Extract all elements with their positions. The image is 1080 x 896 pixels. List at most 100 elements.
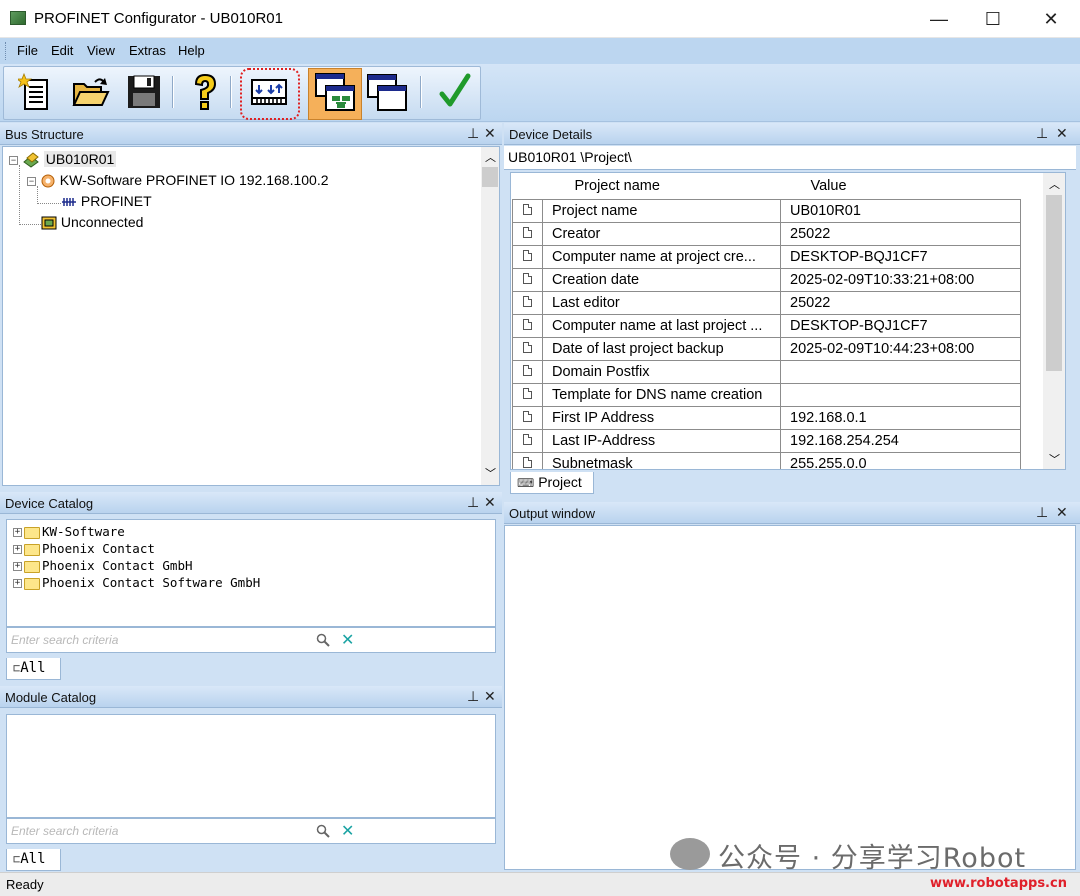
- tree-node-network[interactable]: PROFINET: [61, 191, 152, 212]
- tree-node-unconnected[interactable]: Unconnected: [41, 212, 143, 233]
- property-name-cell[interactable]: Project name: [542, 198, 781, 223]
- module-search-input[interactable]: Enter search criteria: [11, 824, 118, 838]
- catalog-item[interactable]: + Phoenix Contact GmbH: [13, 558, 193, 573]
- catalog-item[interactable]: + KW-Software: [13, 524, 125, 539]
- save-project-button[interactable]: [123, 70, 165, 114]
- expand-icon[interactable]: +: [13, 528, 22, 537]
- menu-extras[interactable]: Extras: [129, 43, 166, 58]
- table-row[interactable]: First IP Address 192.168.0.1: [512, 405, 1021, 430]
- scroll-up-icon[interactable]: ︿: [1049, 176, 1060, 192]
- property-value-cell[interactable]: DESKTOP-BQJ1CF7: [780, 313, 1021, 338]
- scroll-thumb[interactable]: [482, 167, 498, 187]
- module-catalog-tab-all[interactable]: ⊏All: [6, 849, 61, 871]
- property-value-cell[interactable]: 192.168.254.254: [780, 428, 1021, 453]
- open-project-button[interactable]: [70, 70, 112, 114]
- property-value-cell[interactable]: 2025-02-09T10:44:23+08:00: [780, 336, 1021, 361]
- search-icon[interactable]: [316, 824, 330, 838]
- network-view-button[interactable]: [314, 70, 356, 114]
- pin-icon[interactable]: ⊥: [1036, 125, 1048, 142]
- row-icon-cell: [512, 428, 543, 453]
- property-value-cell[interactable]: UB010R01: [780, 198, 1021, 223]
- scroll-down-icon[interactable]: ﹀: [485, 465, 496, 481]
- details-scrollbar[interactable]: ︿ ﹀: [1043, 173, 1065, 469]
- device-search-input[interactable]: Enter search criteria: [11, 633, 118, 647]
- property-value-cell[interactable]: [780, 359, 1021, 384]
- search-icon[interactable]: [316, 633, 330, 647]
- table-row[interactable]: Computer name at last project ... DESKTOP…: [512, 313, 1021, 338]
- close-panel-icon[interactable]: ✕: [1056, 125, 1068, 142]
- help-button[interactable]: [184, 70, 226, 114]
- property-value-cell[interactable]: DESKTOP-BQJ1CF7: [780, 244, 1021, 269]
- device-catalog-search[interactable]: Enter search criteria ✕: [6, 627, 496, 653]
- clear-search-icon[interactable]: ✕: [341, 821, 354, 841]
- property-name-cell[interactable]: Computer name at project cre...: [542, 244, 781, 269]
- menu-file[interactable]: File: [17, 43, 38, 58]
- property-value-cell[interactable]: 192.168.0.1: [780, 405, 1021, 430]
- pin-icon[interactable]: ⊥: [1036, 504, 1048, 521]
- table-row[interactable]: Creation date 2025-02-09T10:33:21+08:00: [512, 267, 1021, 292]
- catalog-item[interactable]: + Phoenix Contact: [13, 541, 155, 556]
- table-row[interactable]: Template for DNS name creation: [512, 382, 1021, 407]
- check-button[interactable]: [434, 70, 476, 114]
- device-details-tab-project[interactable]: ⌨ Project: [510, 472, 594, 494]
- scroll-down-icon[interactable]: ﹀: [1049, 451, 1060, 467]
- property-name-cell[interactable]: First IP Address: [542, 405, 781, 430]
- column-header-value[interactable]: Value: [780, 174, 1021, 200]
- expand-icon[interactable]: +: [13, 545, 22, 554]
- table-row[interactable]: Domain Postfix: [512, 359, 1021, 384]
- property-value-cell[interactable]: 255.255.0.0: [780, 451, 1021, 469]
- table-row[interactable]: Date of last project backup 2025-02-09T10…: [512, 336, 1021, 361]
- close-panel-icon[interactable]: ✕: [1056, 504, 1068, 521]
- collapse-icon[interactable]: −: [9, 155, 18, 165]
- menu-grip[interactable]: [5, 42, 8, 60]
- property-name-cell[interactable]: Creation date: [542, 267, 781, 292]
- table-row[interactable]: Creator 25022: [512, 221, 1021, 246]
- catalog-item[interactable]: + Phoenix Contact Software GmbH: [13, 575, 260, 590]
- table-row[interactable]: Subnetmask 255.255.0.0: [512, 451, 1021, 469]
- pin-icon[interactable]: ⊥: [467, 125, 479, 142]
- window-button[interactable]: [366, 70, 408, 114]
- menu-help[interactable]: Help: [178, 43, 205, 58]
- column-header-name[interactable]: Project name: [542, 174, 781, 200]
- close-panel-icon[interactable]: ✕: [484, 688, 496, 705]
- property-name-cell[interactable]: Subnetmask: [542, 451, 781, 469]
- output-window-content[interactable]: [504, 525, 1076, 870]
- property-name-cell[interactable]: Last editor: [542, 290, 781, 315]
- expand-icon[interactable]: +: [13, 562, 22, 571]
- property-value-cell[interactable]: 2025-02-09T10:33:21+08:00: [780, 267, 1021, 292]
- close-panel-icon[interactable]: ✕: [484, 494, 496, 511]
- module-catalog-search[interactable]: Enter search criteria ✕: [6, 818, 496, 844]
- tree-scrollbar[interactable]: ︿ ﹀: [481, 147, 499, 485]
- maximize-button[interactable]: ☐: [966, 0, 1020, 38]
- menu-view[interactable]: View: [87, 43, 115, 58]
- property-value-cell[interactable]: 25022: [780, 221, 1021, 246]
- property-value-cell[interactable]: 25022: [780, 290, 1021, 315]
- clear-search-icon[interactable]: ✕: [341, 630, 354, 650]
- table-row[interactable]: Last IP-Address 192.168.254.254: [512, 428, 1021, 453]
- collapse-icon[interactable]: −: [27, 176, 36, 186]
- property-name-cell[interactable]: Domain Postfix: [542, 359, 781, 384]
- property-name-cell[interactable]: Template for DNS name creation: [542, 382, 781, 407]
- device-catalog-tab-all[interactable]: ⊏All: [6, 658, 61, 680]
- document-icon: [523, 456, 532, 468]
- table-row[interactable]: Last editor 25022: [512, 290, 1021, 315]
- property-name-cell[interactable]: Computer name at last project ...: [542, 313, 781, 338]
- expand-icon[interactable]: +: [13, 579, 22, 588]
- property-name-cell[interactable]: Creator: [542, 221, 781, 246]
- property-name-cell[interactable]: Last IP-Address: [542, 428, 781, 453]
- table-row[interactable]: Computer name at project cre... DESKTOP-B…: [512, 244, 1021, 269]
- menu-edit[interactable]: Edit: [51, 43, 73, 58]
- pin-icon[interactable]: ⊥: [467, 494, 479, 511]
- table-row[interactable]: Project name UB010R01: [512, 198, 1021, 223]
- new-project-button[interactable]: [14, 70, 56, 114]
- tree-node-root[interactable]: − UB010R01: [9, 149, 117, 170]
- property-value-cell[interactable]: [780, 382, 1021, 407]
- scroll-thumb[interactable]: [1046, 195, 1062, 371]
- close-panel-icon[interactable]: ✕: [484, 125, 496, 142]
- tree-node-controller[interactable]: − KW-Software PROFINET IO 192.168.100.2: [27, 170, 329, 191]
- close-window-button[interactable]: ✕: [1024, 0, 1078, 38]
- minimize-button[interactable]: —: [912, 0, 966, 38]
- scroll-up-icon[interactable]: ︿: [485, 149, 496, 165]
- pin-icon[interactable]: ⊥: [467, 688, 479, 705]
- property-name-cell[interactable]: Date of last project backup: [542, 336, 781, 361]
